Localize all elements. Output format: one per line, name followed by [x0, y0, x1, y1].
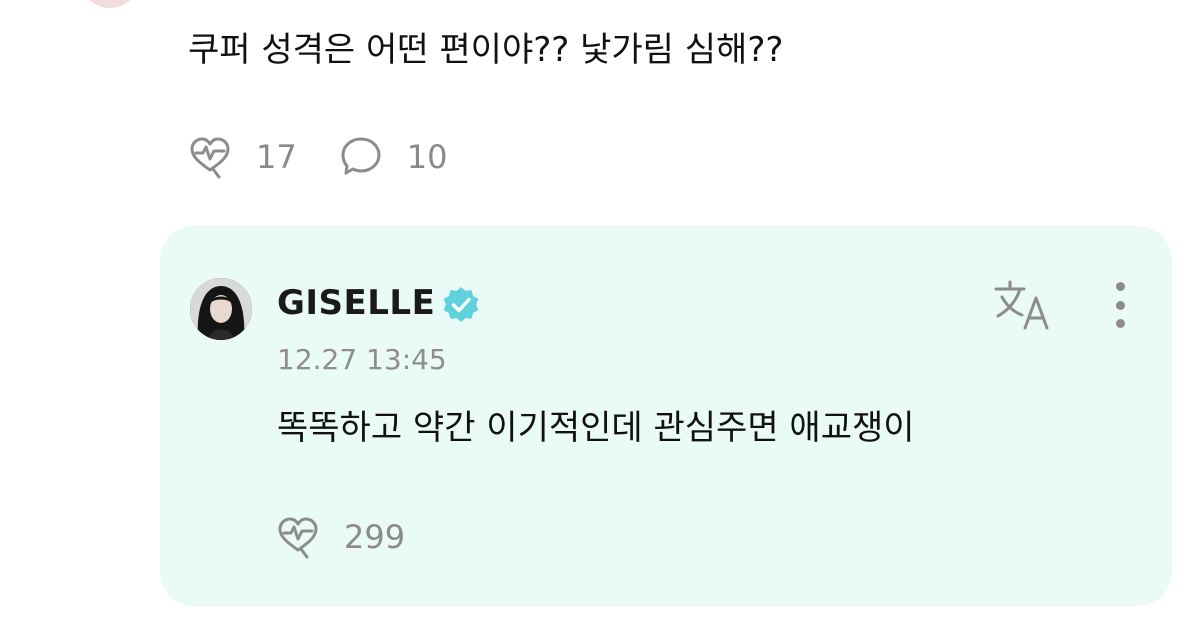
avatar[interactable] [190, 278, 252, 340]
translate-button[interactable] [992, 278, 1056, 332]
post-comment-count: 10 [406, 138, 448, 176]
post-actions: 17 10 [186, 132, 447, 182]
translate-icon[interactable] [992, 280, 1056, 336]
more-options-button[interactable] [1108, 278, 1132, 332]
post-like-count: 17 [256, 138, 297, 176]
heart-pulse-icon[interactable] [274, 513, 322, 561]
heart-pulse-icon[interactable] [186, 133, 234, 181]
reply-like-button[interactable]: 299 [274, 513, 405, 561]
reply-text: 똑똑하고 약간 이기적인데 관심주면 애교쟁이 [277, 408, 915, 448]
speech-bubble-icon[interactable] [337, 133, 385, 181]
post-comment-button[interactable]: 10 [337, 133, 448, 181]
reply-actions: 299 [274, 511, 405, 563]
author-name[interactable]: GISELLE [277, 278, 435, 328]
post-text: 쿠퍼 성격은 어떤 편이야?? 낯가림 심해?? [188, 30, 784, 70]
post-like-button[interactable]: 17 [186, 133, 297, 181]
previous-avatar[interactable] [80, 0, 140, 8]
reply-like-count: 299 [344, 518, 406, 556]
more-vertical-icon[interactable] [1115, 282, 1125, 291]
timestamp: 12.27 13:45 [277, 343, 447, 376]
verified-badge-icon [441, 285, 481, 325]
comment-thread: 쿠퍼 성격은 어떤 편이야?? 낯가림 심해?? 17 10 GISELLE 1… [0, 0, 1200, 618]
reply-card: GISELLE 12.27 13:45 똑똑하고 약간 이기적인데 관심주면 애… [160, 226, 1172, 606]
